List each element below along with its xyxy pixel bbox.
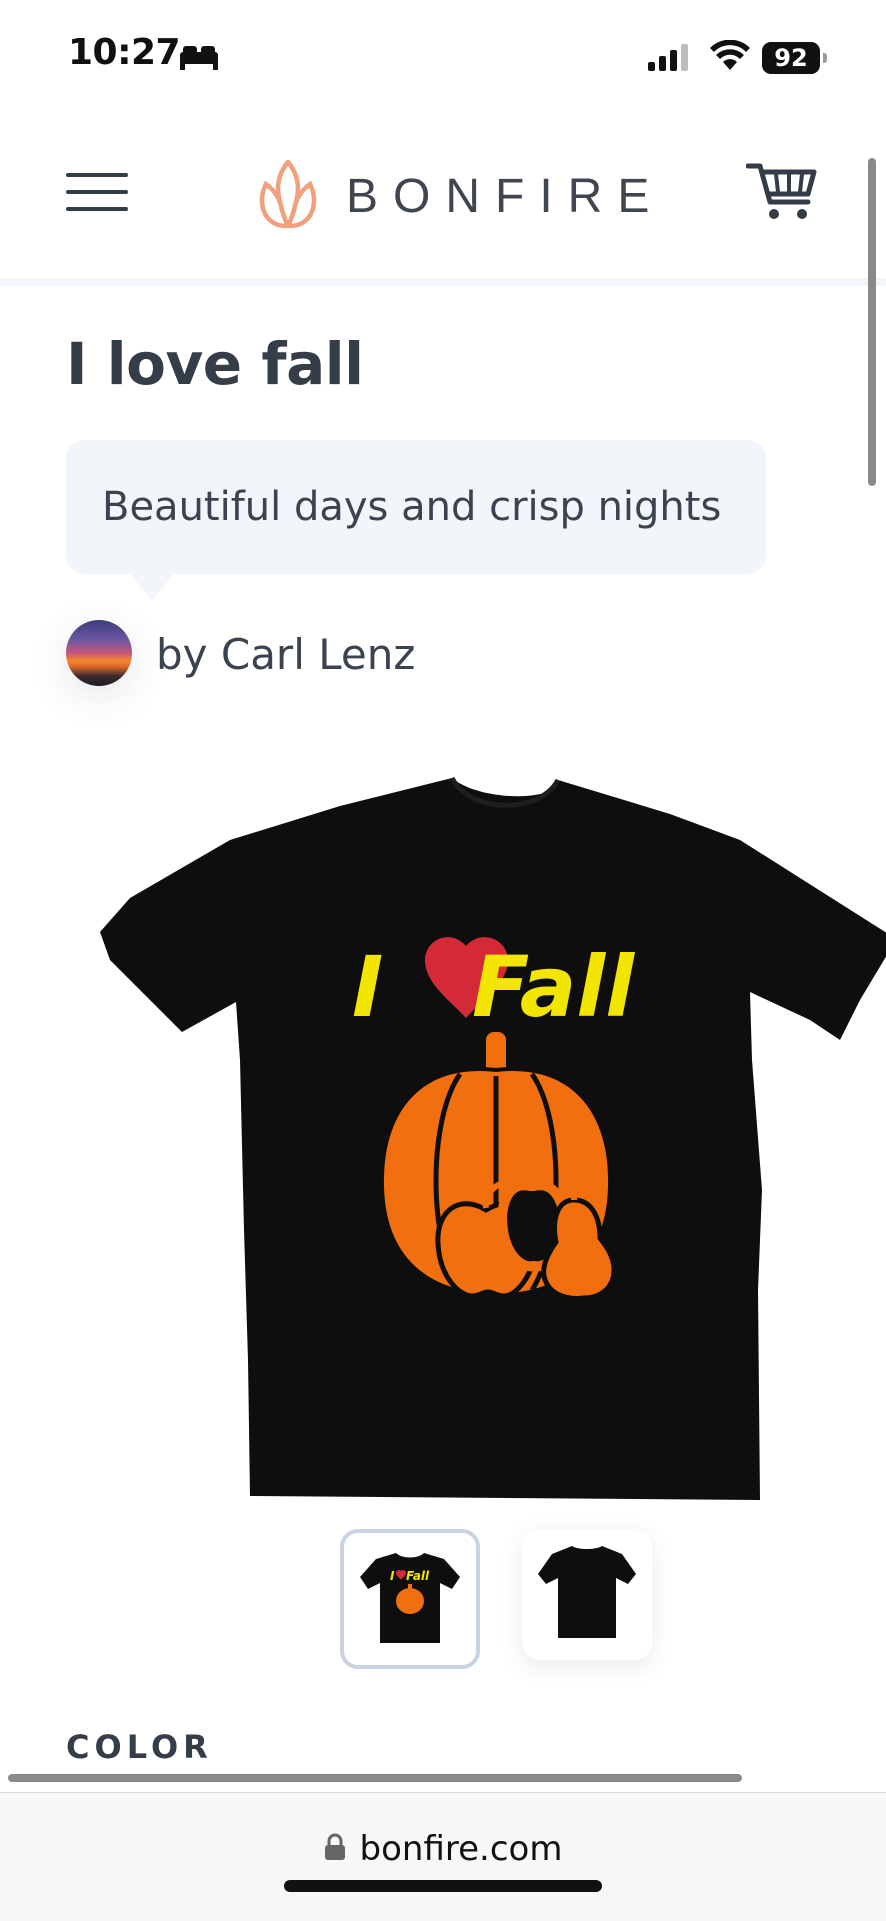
vertical-scrollbar[interactable]	[868, 158, 876, 486]
author-avatar[interactable]	[66, 620, 132, 686]
product-title: I love fall	[66, 330, 364, 398]
product-image[interactable]: I Fall	[100, 770, 886, 1510]
home-indicator[interactable]	[284, 1880, 602, 1892]
thumbnail-front[interactable]: I Fall	[340, 1529, 480, 1669]
url-text[interactable]: bonfire.com	[360, 1829, 563, 1869]
bed-icon	[178, 44, 220, 76]
header-divider	[0, 278, 886, 286]
thumbnail-back[interactable]	[522, 1530, 652, 1660]
battery-icon: 92	[762, 42, 827, 74]
svg-text:I: I	[390, 1569, 395, 1583]
brand-name: BONFIRE	[346, 169, 665, 223]
description-bubble: Beautiful days and crisp nights	[66, 440, 766, 574]
signal-icon	[646, 42, 692, 76]
lock-icon	[324, 1833, 346, 1865]
battery-level: 92	[762, 42, 820, 74]
wifi-icon	[710, 39, 750, 76]
menu-button[interactable]	[60, 165, 132, 219]
status-time: 10:27	[68, 32, 181, 73]
horizontal-scrollbar[interactable]	[8, 1774, 742, 1782]
graphic-headline-right: Fall	[472, 938, 635, 1036]
color-option-label: COLOR	[66, 1728, 213, 1766]
bonfire-logo[interactable]: BONFIRE	[256, 156, 664, 236]
graphic-headline-left: I	[352, 938, 383, 1036]
flame-logo-icon	[256, 156, 320, 236]
svg-text:Fall: Fall	[406, 1569, 430, 1583]
cart-icon	[745, 163, 818, 228]
cart-button[interactable]	[745, 160, 826, 230]
description-pointer	[130, 574, 174, 600]
product-description: Beautiful days and crisp nights	[102, 484, 722, 530]
browser-address-bar[interactable]: bonfire.com	[0, 1792, 886, 1921]
author-name[interactable]: by Carl Lenz	[156, 630, 415, 679]
